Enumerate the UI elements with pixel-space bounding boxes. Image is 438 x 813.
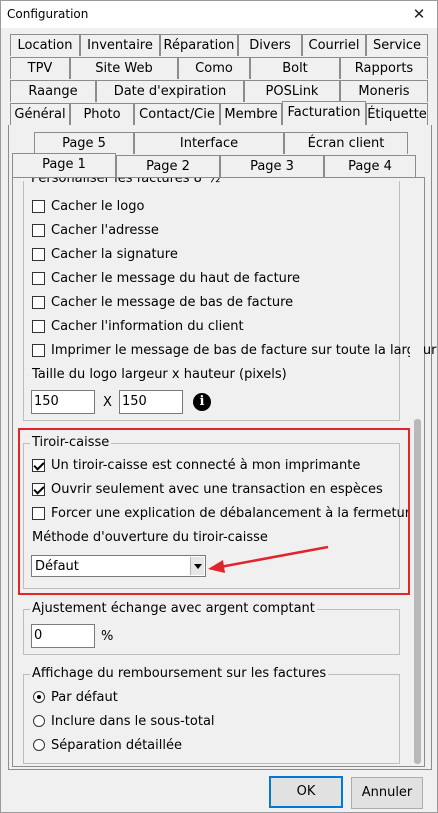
- tab-service[interactable]: Service: [366, 34, 428, 56]
- tab-divers[interactable]: Divers: [238, 34, 302, 56]
- checkbox[interactable]: [32, 295, 45, 309]
- tab-reparation[interactable]: Réparation: [160, 34, 238, 56]
- checkbox[interactable]: [32, 271, 45, 285]
- subtab-row-1: Page 5 Interface Écran client: [12, 132, 425, 154]
- tab-bolt[interactable]: Bolt: [250, 57, 340, 79]
- option-label: Cacher la signature: [51, 246, 178, 262]
- checkbox[interactable]: [32, 199, 45, 213]
- radio-detailed-separation[interactable]: Séparation détaillée: [33, 736, 182, 754]
- subtab-page-4[interactable]: Page 4: [324, 155, 416, 177]
- checkbox[interactable]: [32, 247, 45, 261]
- red-arrow-annotation: [208, 545, 329, 573]
- option-label: Cacher le message de bas de facture: [51, 294, 294, 310]
- close-icon[interactable]: ✕: [409, 4, 429, 24]
- cash-adjust-input[interactable]: 0: [31, 624, 95, 648]
- invoice-legend-clip: Personaliser les factures 8"½: [23, 178, 400, 192]
- checkbox[interactable]: [32, 343, 45, 357]
- info-icon[interactable]: i: [193, 393, 211, 411]
- tab-inventaire[interactable]: Inventaire: [80, 34, 160, 56]
- option-label: Par défaut: [51, 689, 118, 705]
- option-label: Cacher l'information du client: [51, 318, 244, 334]
- scrollbar-thumb[interactable]: [414, 419, 421, 764]
- option-hide-address[interactable]: Cacher l'adresse: [32, 221, 159, 239]
- radio-include-subtotal[interactable]: Inclure dans le sous-total: [33, 712, 215, 730]
- subtab-page-3[interactable]: Page 3: [220, 155, 324, 177]
- logo-height-input[interactable]: 150: [119, 390, 183, 414]
- subtab-page-5[interactable]: Page 5: [34, 132, 134, 154]
- radio-par-defaut[interactable]: Par défaut: [33, 688, 118, 706]
- tab-location[interactable]: Location: [10, 34, 80, 56]
- tab-row-2: TPV Site Web Como Bolt Rapports: [8, 57, 432, 79]
- window-title: Configuration: [7, 7, 89, 21]
- logo-width-input[interactable]: 150: [31, 390, 95, 414]
- tab-courriel[interactable]: Courriel: [302, 34, 366, 56]
- tab-tpv[interactable]: TPV: [10, 57, 70, 79]
- vertical-scrollbar[interactable]: [410, 179, 424, 765]
- tab-date-expiration[interactable]: Date d'expiration: [96, 80, 244, 102]
- subtab-page-1[interactable]: Page 1: [12, 153, 116, 177]
- configuration-window: Configuration ✕ Location Inventaire Répa…: [0, 0, 438, 813]
- option-label: Imprimer le message de bas de facture su…: [51, 342, 437, 358]
- radio-button[interactable]: [33, 715, 45, 727]
- percent-symbol: %: [101, 629, 114, 644]
- tab-site-web[interactable]: Site Web: [70, 57, 178, 79]
- times-symbol: X: [103, 395, 112, 410]
- subtab-ecran-client[interactable]: Écran client: [284, 132, 408, 154]
- tab-moneris[interactable]: Moneris: [340, 80, 428, 102]
- tab-row-3: Raange Date d'expiration POSLink Moneris: [8, 80, 432, 102]
- option-label: Séparation détaillée: [51, 737, 182, 753]
- tab-como[interactable]: Como: [178, 57, 250, 79]
- checkbox[interactable]: [32, 223, 45, 237]
- refund-display-legend: Affichage du remboursement sur les factu…: [30, 666, 329, 681]
- tab-row-1: Location Inventaire Réparation Divers Co…: [8, 34, 432, 56]
- tab-etiquette[interactable]: Étiquette: [366, 103, 428, 125]
- subtab-row-2: Page 1 Page 2 Page 3 Page 4: [12, 153, 425, 177]
- tab-photo[interactable]: Photo: [70, 103, 134, 125]
- subtab-interface[interactable]: Interface: [134, 132, 284, 154]
- tab-rapports[interactable]: Rapports: [340, 57, 428, 79]
- radio-button[interactable]: [33, 739, 45, 751]
- cash-adjust-legend: Ajustement échange avec argent comptant: [30, 601, 317, 616]
- option-label: Inclure dans le sous-total: [51, 713, 215, 729]
- option-full-width-footer[interactable]: Imprimer le message de bas de facture su…: [32, 341, 437, 359]
- tab-facturation[interactable]: Facturation: [282, 101, 366, 125]
- option-label: Cacher l'adresse: [51, 222, 159, 238]
- tab-raange[interactable]: Raange: [10, 80, 96, 102]
- tab-membre[interactable]: Membre: [220, 103, 282, 125]
- invoice-legend: Personaliser les factures 8"½: [29, 178, 223, 186]
- tab-poslink[interactable]: POSLink: [244, 80, 340, 102]
- tab-contact-cie[interactable]: Contact/Cie: [134, 103, 220, 125]
- option-hide-footer-message[interactable]: Cacher le message de bas de facture: [32, 293, 293, 311]
- ok-button[interactable]: OK: [269, 776, 343, 808]
- option-hide-client-info[interactable]: Cacher l'information du client: [32, 317, 244, 335]
- tab-row-4: Général Photo Contact/Cie Membre Factura…: [8, 101, 432, 125]
- radio-button[interactable]: [33, 691, 45, 703]
- cancel-button[interactable]: Annuler: [351, 777, 423, 809]
- checkbox[interactable]: [32, 319, 45, 333]
- title-bar: Configuration ✕: [1, 1, 437, 28]
- option-hide-header-message[interactable]: Cacher le message du haut de facture: [32, 269, 300, 287]
- option-label: Cacher le logo: [51, 198, 145, 214]
- option-hide-signature[interactable]: Cacher la signature: [32, 245, 178, 263]
- option-hide-logo[interactable]: Cacher le logo: [32, 197, 144, 215]
- tab-general[interactable]: Général: [10, 103, 70, 125]
- option-label: Cacher le message du haut de facture: [51, 270, 300, 286]
- logo-size-label: Taille du logo largeur x hauteur (pixels…: [32, 367, 287, 382]
- subtab-page-2[interactable]: Page 2: [116, 155, 220, 177]
